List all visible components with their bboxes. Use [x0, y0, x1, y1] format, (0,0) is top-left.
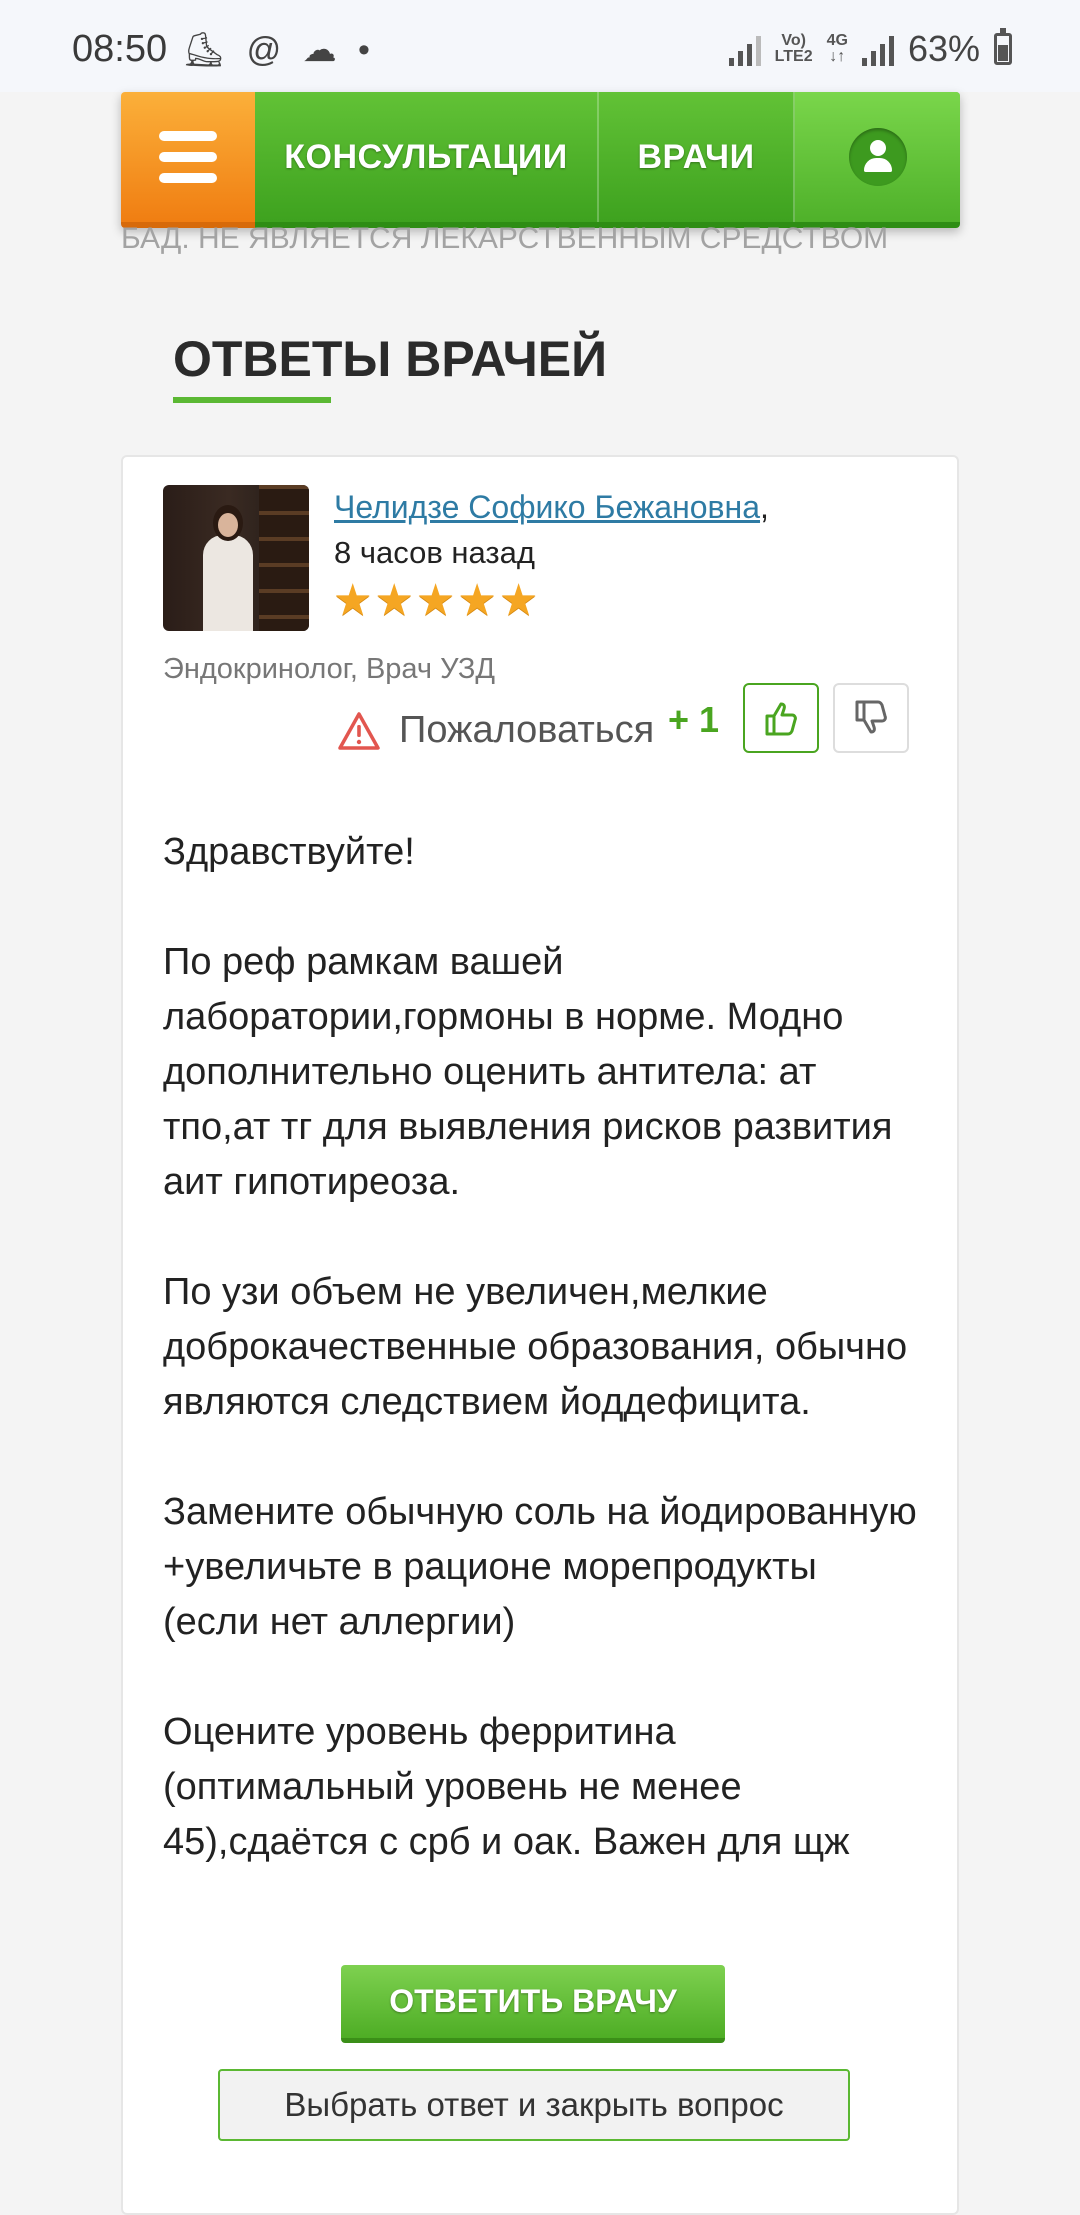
signal-icon-2 — [861, 32, 894, 66]
4g-icon: 4G ↓↑ — [826, 32, 848, 65]
answer-paragraph: Здравствуйте! — [163, 831, 415, 873]
status-bar: 08:50 ⛸ @ ☁ • Vo) LTE2 4G ↓↑ 63% — [0, 0, 1080, 92]
status-time: 08:50 — [72, 28, 168, 70]
star-icon: ★ — [498, 576, 539, 625]
thumbs-down-icon — [855, 700, 887, 734]
section-underline — [173, 397, 331, 403]
dot-icon: • — [358, 31, 376, 69]
choose-answer-close-question-button[interactable]: Выбрать ответ и закрыть вопрос — [218, 2069, 850, 2141]
complain-label: Пожаловаться — [399, 709, 655, 751]
user-icon — [848, 128, 907, 186]
answer-paragraph: Замените обычную соль на йодированную +у… — [163, 1491, 917, 1643]
complain-link[interactable]: Пожаловаться — [337, 709, 654, 752]
answer-paragraph: По узи объем не увеличен,мелкие доброкач… — [163, 1271, 908, 1423]
rating-stars: ★ ★ ★ ★ ★ — [333, 579, 538, 623]
nav-consultations[interactable]: КОНСУЛЬТАЦИИ — [255, 92, 599, 222]
user-menu-button[interactable] — [795, 92, 960, 222]
cloud-icon: ☁ — [302, 31, 343, 69]
star-icon: ★ — [457, 576, 497, 625]
answer-paragraph: По реф рамкам вашей лаборатории,гормоны … — [163, 941, 893, 1203]
star-icon: ★ — [415, 576, 456, 625]
main-nav: КОНСУЛЬТАЦИИ ВРАЧИ — [121, 92, 960, 228]
vote-count: + 1 — [668, 699, 720, 740]
star-icon: ★ — [333, 576, 373, 625]
doctor-avatar[interactable] — [163, 485, 309, 631]
direction-icon: ⛸ — [182, 31, 232, 69]
answer-card: Челидзе Софико Бежановна, 8 часов назад … — [121, 455, 959, 2215]
reply-to-doctor-button[interactable]: ОТВЕТИТЬ ВРАЧУ — [341, 1965, 725, 2043]
star-icon: ★ — [374, 576, 414, 625]
thumbs-up-icon — [765, 702, 797, 736]
volte-icon: Vo) LTE2 — [774, 32, 813, 65]
answer-paragraph: Оцените уровень ферритина (оптимальный у… — [163, 1711, 850, 1863]
system-icons: Vo) LTE2 4G ↓↑ 63% — [728, 28, 1012, 70]
section-title: ОТВЕТЫ ВРАЧЕЙ — [173, 331, 608, 387]
supplement-notice: БАД. НЕ ЯВЛЯЕТСЯ ЛЕКАРСТВЕННЫМ СРЕДСТВОМ — [121, 222, 889, 255]
answer-time: 8 часов назад — [334, 535, 535, 570]
notification-icons: ⛸ @ ☁ • — [182, 30, 376, 70]
nav-doctors[interactable]: ВРАЧИ — [599, 92, 795, 222]
doctor-specialty: Эндокринолог, Врач УЗД — [163, 653, 496, 685]
battery-percent: 63% — [907, 28, 980, 69]
at-icon: @ — [246, 31, 288, 69]
answer-text: Здравствуйте! По реф рамкам вашей лабора… — [163, 825, 923, 1925]
like-button[interactable] — [743, 683, 819, 753]
battery-icon — [994, 28, 1012, 65]
warning-icon — [338, 711, 380, 750]
dislike-button[interactable] — [833, 683, 909, 753]
doctor-name-link[interactable]: Челидзе Софико Бежановна, — [334, 489, 769, 526]
hamburger-icon[interactable] — [121, 92, 255, 228]
signal-icon — [728, 32, 761, 66]
